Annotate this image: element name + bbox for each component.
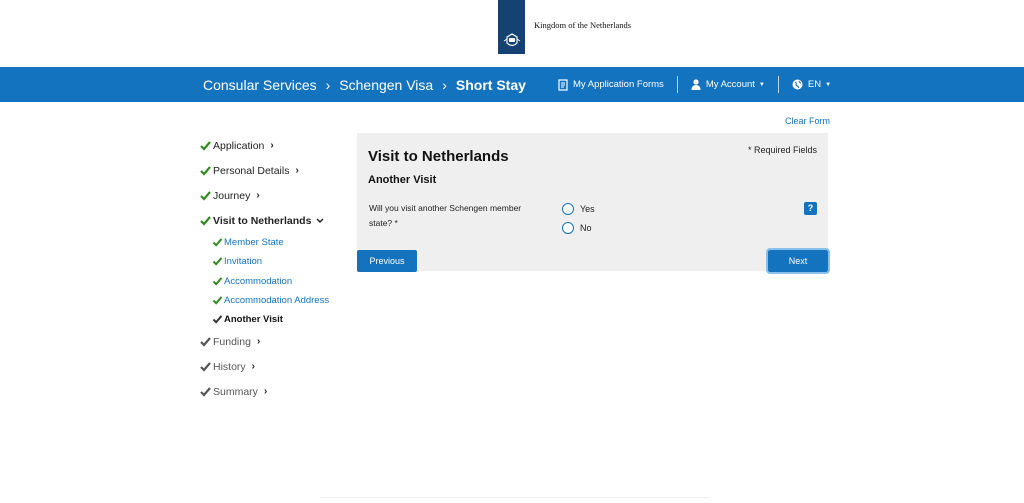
substep-accommodation-address[interactable]: Accommodation Address bbox=[198, 291, 348, 310]
chevron-down-icon bbox=[316, 217, 324, 223]
step-label: Application bbox=[213, 139, 265, 152]
logo: Kingdom of the Netherlands bbox=[498, 0, 631, 54]
section-title: Another Visit bbox=[368, 174, 437, 186]
step-navigation: Application › Personal Details › Journey… bbox=[198, 133, 348, 404]
radio-no[interactable]: No bbox=[562, 222, 592, 234]
radio-yes-label: Yes bbox=[580, 204, 595, 214]
check-icon bbox=[200, 140, 211, 151]
substep-label: Invitation bbox=[224, 256, 263, 268]
chevron-right-icon: › bbox=[442, 76, 447, 93]
form-title: Visit to Netherlands bbox=[368, 148, 509, 165]
step-label: Personal Details bbox=[213, 164, 290, 177]
document-icon bbox=[558, 78, 568, 91]
divider bbox=[320, 497, 710, 498]
my-account-label: My Account bbox=[705, 79, 755, 90]
breadcrumb-short-stay: Short Stay bbox=[455, 76, 526, 93]
radio-circle-icon[interactable] bbox=[562, 203, 574, 215]
step-summary[interactable]: Summary › bbox=[198, 379, 348, 404]
chevron-right-icon: › bbox=[256, 336, 261, 348]
check-icon bbox=[200, 215, 211, 226]
check-icon bbox=[212, 238, 223, 247]
check-icon bbox=[200, 337, 211, 347]
globe-icon bbox=[792, 79, 803, 90]
language-selector[interactable]: EN ▼ bbox=[792, 79, 831, 90]
chevron-right-icon: › bbox=[325, 76, 331, 93]
chevron-right-icon: › bbox=[295, 165, 299, 176]
substep-label: Member State bbox=[224, 237, 284, 249]
language-label: EN bbox=[807, 79, 822, 90]
radio-yes[interactable]: Yes bbox=[562, 203, 595, 215]
caret-down-icon: ▼ bbox=[825, 81, 832, 88]
check-icon bbox=[212, 276, 223, 286]
substep-member-state[interactable]: Member State bbox=[198, 233, 348, 252]
radio-circle-icon[interactable] bbox=[562, 222, 574, 234]
question-label: Will you visit another Schengen member s… bbox=[369, 203, 522, 228]
chevron-right-icon: › bbox=[263, 386, 268, 398]
form-panel: Visit to Netherlands * Required Fields A… bbox=[357, 133, 828, 271]
check-icon bbox=[212, 257, 223, 267]
breadcrumb-schengen-visa[interactable]: Schengen Visa bbox=[339, 77, 433, 93]
step-personal-details[interactable]: Personal Details › bbox=[198, 158, 348, 183]
divider bbox=[777, 76, 779, 93]
step-history[interactable]: History › bbox=[198, 354, 348, 379]
check-icon bbox=[200, 165, 211, 176]
clear-form-link[interactable]: Clear Form bbox=[785, 116, 830, 126]
chevron-right-icon: › bbox=[256, 190, 260, 201]
radio-no-label: No bbox=[580, 223, 592, 233]
breadcrumb-consular-services[interactable]: Consular Services bbox=[203, 77, 317, 93]
step-label: Funding bbox=[213, 335, 251, 348]
caret-down-icon: ▼ bbox=[758, 81, 765, 88]
next-button[interactable]: Next bbox=[766, 248, 830, 274]
substep-another-visit: Another Visit bbox=[198, 310, 348, 329]
check-icon bbox=[200, 362, 211, 372]
my-application-forms-label: My Application Forms bbox=[573, 79, 664, 90]
step-label: Visit to Netherlands bbox=[213, 214, 312, 227]
coat-of-arms-icon bbox=[498, 0, 525, 54]
required-fields-note: * Required Fields bbox=[747, 145, 817, 155]
brand-name: Kingdom of the Netherlands bbox=[534, 20, 632, 30]
header-bar: Consular Services › Schengen Visa › Shor… bbox=[0, 67, 1024, 102]
user-icon bbox=[691, 79, 701, 90]
previous-button[interactable]: Previous bbox=[357, 250, 417, 272]
step-label: Summary bbox=[213, 385, 258, 398]
check-icon bbox=[212, 315, 223, 324]
chevron-right-icon: › bbox=[251, 361, 256, 373]
substep-label: Another Visit bbox=[224, 314, 283, 326]
check-icon bbox=[200, 387, 211, 397]
step-journey[interactable]: Journey › bbox=[198, 183, 348, 208]
divider bbox=[676, 76, 678, 93]
substep-label: Accommodation Address bbox=[224, 295, 330, 307]
my-application-forms-link[interactable]: My Application Forms bbox=[558, 78, 664, 91]
step-label: Journey bbox=[213, 189, 251, 202]
check-icon bbox=[212, 296, 223, 305]
check-icon bbox=[200, 190, 211, 201]
substep-accommodation[interactable]: Accommodation bbox=[198, 272, 348, 291]
step-visit-to-netherlands[interactable]: Visit to Netherlands bbox=[198, 208, 348, 233]
step-funding[interactable]: Funding › bbox=[198, 329, 348, 354]
step-label: History bbox=[213, 360, 246, 373]
help-icon[interactable]: ? bbox=[804, 202, 817, 215]
substep-label: Accommodation bbox=[224, 275, 293, 287]
my-account-menu[interactable]: My Account ▼ bbox=[691, 79, 765, 90]
step-application[interactable]: Application › bbox=[198, 133, 348, 158]
breadcrumb: Consular Services › Schengen Visa › Shor… bbox=[203, 67, 526, 102]
nav-links: My Application Forms My Account ▼ EN ▼ bbox=[558, 67, 831, 102]
chevron-right-icon: › bbox=[270, 140, 274, 151]
substep-invitation[interactable]: Invitation bbox=[198, 252, 348, 271]
